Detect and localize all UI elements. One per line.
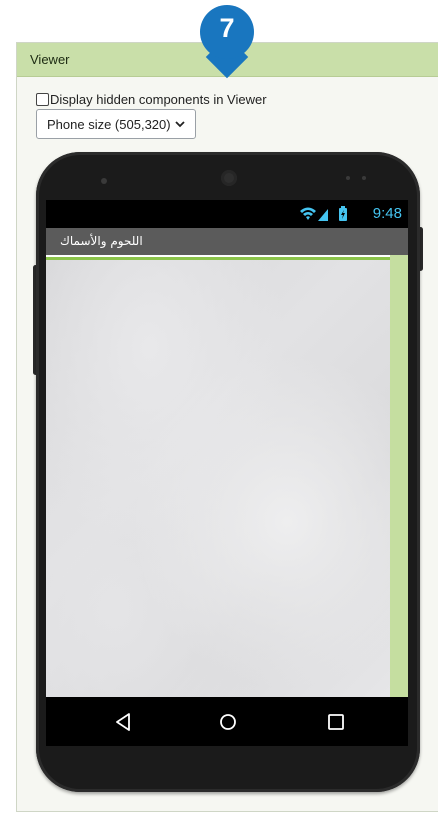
viewer-title: Viewer xyxy=(30,52,70,67)
phone-sensor-dot xyxy=(346,176,350,180)
battery-icon xyxy=(339,206,347,221)
status-bar: 9:48 xyxy=(46,200,408,228)
background-image xyxy=(46,260,390,697)
phone-size-select[interactable]: Phone size (505,320) xyxy=(36,109,196,139)
status-time: 9:48 xyxy=(372,205,402,222)
app-title-bar: اللحوم والأسماك xyxy=(46,228,408,255)
phone-screen: 9:48 اللحوم والأسماك xyxy=(46,200,408,746)
phone-sensor-dot xyxy=(101,178,107,184)
wifi-icon xyxy=(300,207,316,220)
signal-icon xyxy=(318,209,328,221)
phone-size-value: Phone size (505,320) xyxy=(47,116,171,132)
status-icons xyxy=(300,206,347,221)
display-hidden-label: Display hidden components in Viewer xyxy=(50,91,267,107)
screen-content xyxy=(46,255,408,697)
green-divider xyxy=(46,257,390,260)
step-badge-number: 7 xyxy=(219,13,235,43)
navigation-bar xyxy=(46,697,408,746)
display-hidden-components-row[interactable]: Display hidden components in Viewer xyxy=(36,91,267,107)
phone-sensor-dot xyxy=(362,176,366,180)
display-hidden-checkbox[interactable] xyxy=(36,92,49,106)
app-title: اللحوم والأسماك xyxy=(60,234,143,248)
green-side-strip xyxy=(390,255,408,697)
back-icon[interactable] xyxy=(112,710,136,734)
chevron-down-icon xyxy=(175,121,185,128)
recents-icon[interactable] xyxy=(324,710,348,734)
phone-camera-icon xyxy=(221,170,237,186)
home-icon[interactable] xyxy=(216,710,240,734)
